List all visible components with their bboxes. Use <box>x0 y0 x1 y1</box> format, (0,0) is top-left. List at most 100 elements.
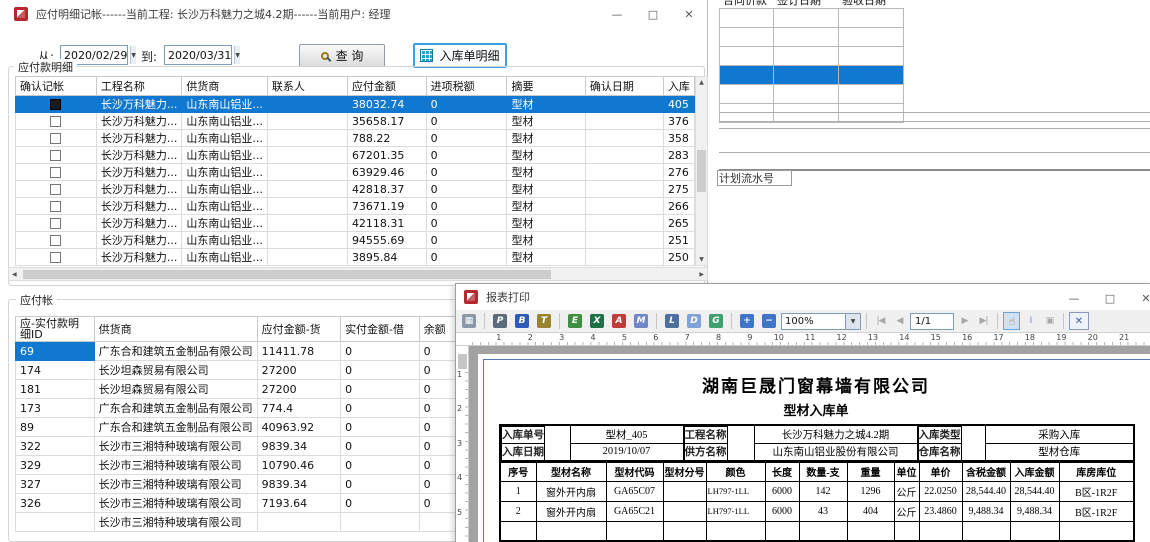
divider <box>719 121 1150 122</box>
table-row[interactable]: 长沙万科魅力... 山东南山铝业... 63929.46 0 型材 276 <box>16 164 695 181</box>
query-button[interactable]: 查 询 <box>299 44 385 67</box>
toolbar-icon: P <box>493 314 507 328</box>
ruler-number: 9 <box>722 333 753 345</box>
item-row: 1窗外开内扇 GA65C07 LH797-1LL6000 1421296 公斤2… <box>500 481 1134 501</box>
column-header[interactable]: 签订日期 <box>774 0 839 9</box>
prev-page-button[interactable]: ◀ <box>891 312 908 330</box>
confirm-checkbox[interactable] <box>50 184 61 195</box>
table-row[interactable]: 长沙万科魅力... 山东南山铝业... 788.22 0 型材 358 <box>16 130 695 147</box>
column-header[interactable]: 验收日期 <box>839 0 904 9</box>
column-header[interactable]: 应-实付款明细ID <box>16 317 95 342</box>
close-preview-button[interactable]: ✕ <box>1069 312 1089 330</box>
toolbar-icon: G <box>709 314 723 328</box>
edit-page-button[interactable]: M <box>631 312 651 330</box>
confirm-checkbox[interactable] <box>50 218 61 229</box>
table-row[interactable] <box>720 85 904 104</box>
toolbar-icon: B <box>515 314 529 328</box>
table-row[interactable]: 长沙万科魅力... 山东南山铝业... 42818.37 0 型材 275 <box>16 181 695 198</box>
next-page-button[interactable]: ▶ <box>956 312 973 330</box>
inbound-detail-button[interactable]: 入库单明细 <box>413 43 507 68</box>
table-row[interactable] <box>720 9 904 28</box>
column-header[interactable]: 进项税额 <box>426 77 507 96</box>
column-header[interactable]: 合同价款 <box>720 0 774 9</box>
table-row[interactable] <box>720 47 904 66</box>
confirm-checkbox[interactable] <box>50 167 61 178</box>
table-row[interactable]: 长沙万科魅力... 山东南山铝业... 67201.35 0 型材 283 <box>16 147 695 164</box>
column-header[interactable]: 确认日期 <box>585 77 663 96</box>
confirm-checkbox[interactable] <box>50 133 61 144</box>
export-button[interactable]: E <box>565 312 585 330</box>
group-label: 应付款明细 <box>14 59 77 75</box>
table-row[interactable] <box>720 66 904 85</box>
report-items-table: 序号型材名称 型材代码型材分号 颜色长度 数量-支重量 单位单价 含税金额入库金… <box>499 461 1135 542</box>
column-header[interactable]: 供货商 <box>182 77 268 96</box>
confirm-checkbox[interactable] <box>50 150 61 161</box>
maximize-button[interactable]: □ <box>1092 284 1128 312</box>
vertical-ruler: 123456 <box>456 346 469 542</box>
maximize-button[interactable]: □ <box>635 0 671 28</box>
page-number-input[interactable]: 1/1 <box>910 313 954 330</box>
column-header[interactable]: 入库 <box>663 77 694 96</box>
minimize-button[interactable]: — <box>1056 284 1092 312</box>
hand-tool-button[interactable]: ☝ <box>1003 312 1020 330</box>
page-setup-button[interactable]: T <box>534 312 554 330</box>
table-row[interactable]: 长沙万科魅力... 山东南山铝业... 3895.84 0 型材 250 <box>16 249 695 266</box>
confirm-checkbox[interactable] <box>50 116 61 127</box>
close-button[interactable]: ✕ <box>671 0 707 28</box>
export-excel-button[interactable]: X <box>587 312 607 330</box>
scroll-thumb[interactable] <box>23 270 551 279</box>
column-header[interactable]: 供货商 <box>94 317 257 342</box>
table-row[interactable] <box>720 28 904 47</box>
copy-page-button[interactable]: ▣ <box>1041 312 1058 330</box>
payable-detail-grid: 确认记帐 工程名称 供货商 联系人 应付金额 进项税额 摘要 确认日期 入库 <box>15 76 695 266</box>
table-row[interactable]: 长沙万科魅力... 山东南山铝业... 94555.69 0 型材 251 <box>16 232 695 249</box>
last-page-button[interactable]: ▶| <box>975 312 992 330</box>
multi-page-button[interactable]: G <box>706 312 726 330</box>
close-button[interactable]: ✕ <box>1128 284 1150 312</box>
ruler-number: 4 <box>565 333 596 345</box>
table-row[interactable]: 长沙万科魅力... 山东南山铝业... 42118.31 0 型材 265 <box>16 215 695 232</box>
minimize-button[interactable]: — <box>599 0 635 28</box>
table-row[interactable]: 长沙万科魅力... 山东南山铝业... 38032.74 0 型材 405 <box>16 96 695 113</box>
table-row[interactable]: 长沙万科魅力... 山东南山铝业... 35658.17 0 型材 376 <box>16 113 695 130</box>
column-header[interactable]: 确认记帐 <box>16 77 97 96</box>
table-row[interactable] <box>720 104 904 123</box>
print-button[interactable]: P <box>490 312 510 330</box>
column-header[interactable]: 实付金额-借 <box>341 317 420 342</box>
to-date-select[interactable]: 2020/03/31 ▼ <box>164 45 232 65</box>
column-header[interactable]: 应付金额 <box>347 77 426 96</box>
column-header[interactable]: 摘要 <box>507 77 585 96</box>
plan-serial-field[interactable]: 计划流水号 <box>717 170 792 186</box>
horizontal-scrollbar[interactable]: ◀ ▶ <box>8 267 708 281</box>
column-header[interactable]: 联系人 <box>267 77 347 96</box>
group-label: 应付帐 <box>16 292 57 308</box>
single-page-button[interactable]: D <box>684 312 704 330</box>
column-header[interactable]: 应付金额-货 <box>257 317 340 342</box>
scroll-left-icon[interactable]: ◀ <box>12 271 17 278</box>
titlebar[interactable]: 应付明细记帐------当前工程: 长沙万科魅力之城4.2期------当前用户… <box>0 0 707 28</box>
book-button[interactable]: B <box>512 312 532 330</box>
confirm-checkbox[interactable] <box>50 99 61 110</box>
text-select-button[interactable]: I <box>1022 312 1039 330</box>
titlebar[interactable]: 报表打印 — □ ✕ <box>456 284 1150 310</box>
confirm-checkbox[interactable] <box>50 252 61 263</box>
scroll-right-icon[interactable]: ▶ <box>699 271 704 278</box>
zoom-level-select[interactable]: 100% ▼ <box>781 313 861 330</box>
zoom-out-button[interactable]: − <box>759 312 779 330</box>
print-layout-button[interactable]: L <box>662 312 682 330</box>
scroll-down-icon[interactable]: ▼ <box>699 256 704 263</box>
scroll-thumb[interactable] <box>697 150 706 192</box>
zoom-in-button[interactable]: + <box>737 312 757 330</box>
ruler-number: 4 <box>456 473 468 507</box>
vertical-scrollbar[interactable]: ▲ ▼ <box>695 76 708 266</box>
grid-icon <box>420 49 433 62</box>
confirm-checkbox[interactable] <box>50 235 61 246</box>
scroll-up-icon[interactable]: ▲ <box>699 79 704 86</box>
report-designer-button[interactable]: ▦ <box>459 312 479 330</box>
column-header[interactable]: 工程名称 <box>96 77 182 96</box>
confirm-checkbox[interactable] <box>50 201 61 212</box>
ruler-number: 20 <box>1067 333 1098 345</box>
table-row[interactable]: 长沙万科魅力... 山东南山铝业... 73671.19 0 型材 266 <box>16 198 695 215</box>
first-page-button[interactable]: |◀ <box>872 312 889 330</box>
export-pdf-button[interactable]: A <box>609 312 629 330</box>
